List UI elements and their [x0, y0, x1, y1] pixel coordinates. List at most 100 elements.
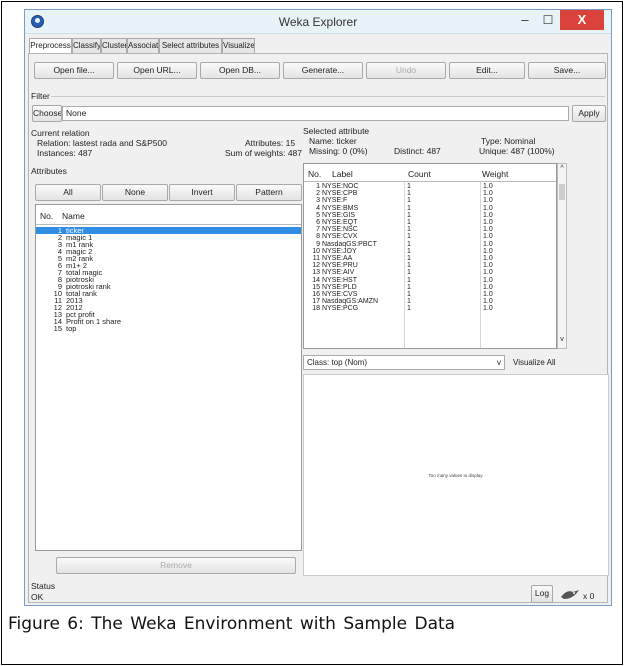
scroll-down-icon[interactable]: v	[558, 336, 566, 343]
tab-cluster[interactable]: Cluster	[101, 38, 127, 53]
value-cell-weight: 1.0	[483, 233, 493, 241]
value-cell-count: 1	[407, 291, 411, 298]
tab-classify[interactable]: Classify	[72, 38, 101, 53]
class-attribute-select[interactable]: Class: top (Nom)	[303, 355, 505, 370]
title-bar[interactable]: Weka Explorer – ☐ X	[25, 10, 611, 34]
minimize-button[interactable]: –	[514, 13, 536, 29]
value-row[interactable]: 14 NYSE:HST 1 1.0	[304, 276, 556, 284]
value-row[interactable]: 11 NYSE:AA 1 1.0	[304, 255, 556, 262]
values-col-weight-header: Weight	[482, 169, 509, 179]
selected-attribute-name: Name: ticker	[309, 136, 357, 146]
undo-button[interactable]: Undo	[366, 62, 446, 79]
value-row[interactable]: 15 NYSE:PLD 1 1.0	[304, 283, 556, 291]
filter-value-field[interactable]: None	[62, 106, 569, 121]
value-cell-count: 1	[407, 298, 411, 306]
value-cell-no: 5	[316, 211, 320, 219]
selected-attribute-label: Selected attribute	[303, 126, 370, 136]
value-cell-count: 1	[407, 240, 411, 248]
value-cell-count: 1	[407, 211, 411, 219]
open-url-button[interactable]: Open URL...	[117, 62, 197, 79]
value-cell-no: 17	[312, 298, 320, 306]
tab-preprocess[interactable]: Preprocess	[29, 38, 72, 54]
tab-associate[interactable]: Associate	[127, 38, 159, 53]
value-row[interactable]: 4 NYSE:BMS 1 1.0	[304, 204, 556, 212]
values-col-label-header: Label	[332, 169, 353, 179]
value-row[interactable]: 16 NYSE:CVS 1 1.0	[304, 291, 556, 298]
values-scrollbar[interactable]: ^ v	[557, 163, 567, 349]
values-col-count-header: Count	[408, 169, 431, 179]
value-cell-weight: 1.0	[483, 240, 493, 248]
maximize-button[interactable]: ☐	[537, 13, 559, 29]
value-cell-no: 15	[312, 283, 320, 291]
value-cell-count: 1	[407, 262, 411, 270]
filter-section-label: Filter	[31, 91, 50, 101]
value-cell-no: 2	[316, 190, 320, 198]
value-row[interactable]: 10 NYSE:JOY 1 1.0	[304, 248, 556, 255]
status-text: OK	[31, 592, 44, 602]
value-cell-no: 13	[312, 269, 320, 277]
log-button[interactable]: Log	[531, 585, 553, 603]
save-button[interactable]: Save...	[528, 62, 606, 79]
tab-visualize[interactable]: Visualize	[222, 38, 255, 53]
value-cell-label: NYSE:NOC	[322, 183, 359, 190]
open-file-button[interactable]: Open file...	[34, 62, 114, 79]
value-cell-label: NYSE:AA	[322, 255, 353, 262]
value-row[interactable]: 9 NasdaqGS:PBCT 1 1.0	[304, 240, 556, 248]
value-row[interactable]: 1 NYSE:NOC 1 1.0	[304, 183, 556, 190]
apply-filter-button[interactable]: Apply	[572, 105, 606, 122]
scroll-up-icon[interactable]: ^	[558, 165, 566, 172]
value-cell-weight: 1.0	[483, 255, 493, 262]
value-row[interactable]: 12 NYSE:PRU 1 1.0	[304, 262, 556, 270]
value-row[interactable]: 2 NYSE:CPB 1 1.0	[304, 190, 556, 198]
figure-frame: Weka Explorer – ☐ X Preprocess Classify …	[1, 1, 623, 665]
value-cell-weight: 1.0	[483, 211, 493, 219]
scrollbar-thumb[interactable]	[559, 184, 565, 200]
value-row[interactable]: 17 NasdaqGS:AMZN 1 1.0	[304, 298, 556, 306]
value-row[interactable]: 6 NYSE:EQT 1 1.0	[304, 219, 556, 226]
value-cell-weight: 1.0	[483, 276, 493, 284]
selected-attribute-distinct: Distinct: 487	[394, 146, 441, 156]
value-cell-weight: 1.0	[483, 219, 493, 226]
task-count: x 0	[583, 591, 595, 601]
value-cell-label: NYSE:NSC	[322, 226, 358, 234]
value-cell-no: 6	[316, 219, 320, 226]
value-row[interactable]: 7 NYSE:NSC 1 1.0	[304, 226, 556, 234]
select-all-button[interactable]: All	[35, 184, 101, 201]
value-cell-count: 1	[407, 233, 411, 241]
value-cell-count: 1	[407, 219, 411, 226]
value-cell-label: NYSE:CVS	[322, 291, 358, 298]
invert-selection-button[interactable]: Invert	[169, 184, 235, 201]
open-db-button[interactable]: Open DB...	[200, 62, 280, 79]
attribute-values-table[interactable]: No. Label Count Weight 1 NYSE:NOC 1 1.0 2 NYS…	[303, 163, 557, 349]
preprocess-panel: Open file... Open URL... Open DB... Gene…	[28, 53, 609, 603]
visualize-all-button[interactable]: Visualize All	[513, 358, 556, 367]
remove-attribute-button[interactable]: Remove	[56, 557, 296, 574]
value-row[interactable]: 8 NYSE:CVX 1 1.0	[304, 233, 556, 241]
value-cell-label: NasdaqGS:AMZN	[322, 298, 379, 306]
close-button[interactable]: X	[560, 10, 604, 30]
selected-attribute-missing: Missing: 0 (0%)	[309, 146, 368, 156]
value-row[interactable]: 5 NYSE:GIS 1 1.0	[304, 211, 556, 219]
value-cell-count: 1	[407, 226, 411, 234]
value-row[interactable]: 18 NYSE:PCG 1 1.0	[304, 305, 556, 312]
choose-filter-button[interactable]: Choose	[32, 105, 62, 122]
value-cell-no: 14	[312, 276, 320, 284]
value-cell-label: NYSE:BMS	[322, 204, 359, 212]
value-cell-label: NYSE:PLD	[322, 283, 357, 291]
pattern-button[interactable]: Pattern	[236, 184, 302, 201]
value-row[interactable]: 3 NYSE:F 1 1.0	[304, 197, 556, 205]
value-cell-weight: 1.0	[483, 197, 493, 205]
attributes-list[interactable]: No. Name 1 ticker 2 magic 1 3 m1 rank 4 magi…	[35, 204, 302, 551]
value-cell-label: NYSE:HST	[322, 276, 358, 284]
select-none-button[interactable]: None	[102, 184, 168, 201]
chevron-down-icon[interactable]: v	[494, 356, 504, 369]
weka-explorer-window: Weka Explorer – ☐ X Preprocess Classify …	[24, 9, 612, 606]
edit-button[interactable]: Edit...	[449, 62, 525, 79]
tab-select-attributes[interactable]: Select attributes	[159, 38, 222, 53]
value-cell-weight: 1.0	[483, 269, 493, 277]
value-cell-no: 8	[316, 233, 320, 241]
attribute-row[interactable]: 15 top	[36, 325, 301, 333]
value-row[interactable]: 13 NYSE:AIV 1 1.0	[304, 269, 556, 277]
generate-button[interactable]: Generate...	[283, 62, 363, 79]
weka-bird-icon	[561, 590, 579, 599]
